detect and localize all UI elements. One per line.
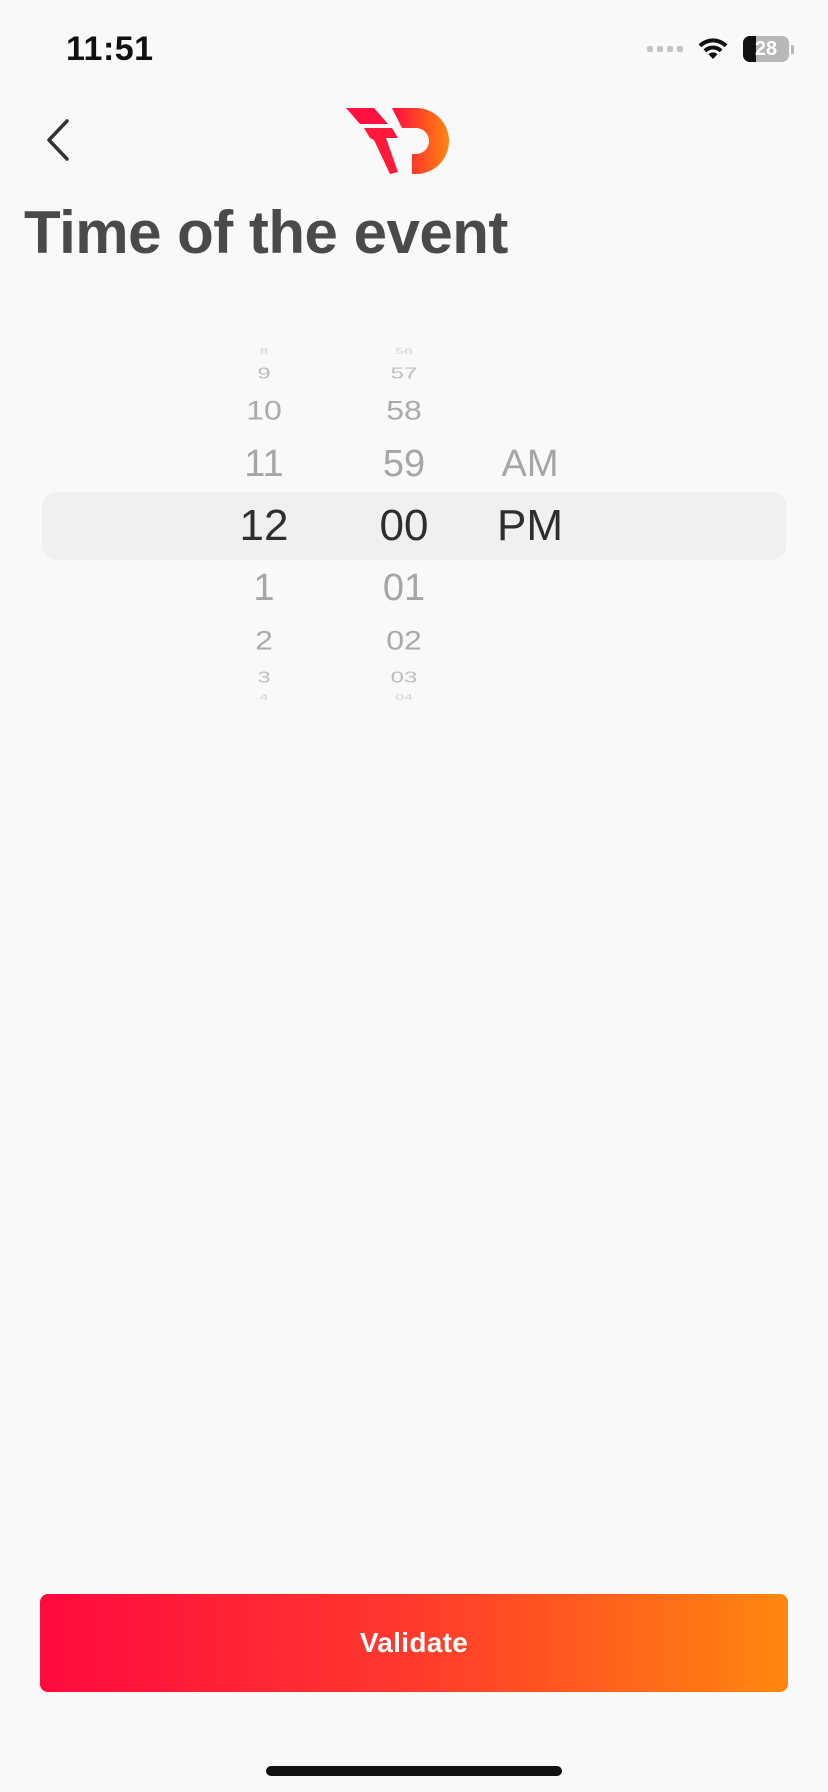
minute-option[interactable]: 57 — [334, 366, 474, 382]
time-picker: 8 9 10 11 12 1 2 3 4 56 57 58 59 00 01 0… — [0, 340, 828, 710]
battery-icon: 28 — [743, 36, 789, 62]
hour-option[interactable]: 8 — [194, 348, 334, 356]
page-title: Time of the event — [24, 199, 508, 266]
ampm-selected[interactable]: PM — [460, 498, 600, 554]
hour-selected[interactable]: 12 — [194, 498, 334, 554]
minute-wheel[interactable]: 56 57 58 59 00 01 02 03 04 — [334, 340, 474, 710]
status-indicators: 28 — [647, 34, 794, 64]
ampm-option[interactable]: AM — [460, 442, 600, 486]
chevron-left-icon — [47, 119, 69, 161]
hour-option[interactable]: 9 — [194, 366, 334, 382]
minute-option[interactable]: 59 — [334, 442, 474, 486]
status-bar: 11:51 28 — [0, 0, 828, 100]
minute-option[interactable]: 01 — [334, 566, 474, 610]
ampm-wheel[interactable]: AM PM — [460, 340, 600, 710]
hour-wheel[interactable]: 8 9 10 11 12 1 2 3 4 — [194, 340, 334, 710]
hour-option[interactable]: 10 — [194, 395, 334, 426]
hour-option[interactable]: 11 — [194, 442, 334, 486]
app-logo — [346, 108, 449, 174]
cellular-signal-icon — [647, 46, 683, 52]
battery-nub — [791, 44, 794, 54]
hour-option[interactable]: 3 — [194, 670, 334, 686]
status-time: 11:51 — [66, 30, 154, 68]
wifi-icon — [698, 38, 728, 59]
back-button[interactable] — [30, 112, 86, 168]
minute-option[interactable]: 56 — [334, 348, 474, 356]
battery-level: 28 — [754, 37, 778, 60]
hour-option[interactable]: 4 — [194, 694, 334, 702]
minute-option[interactable]: 03 — [334, 670, 474, 686]
home-indicator — [266, 1766, 562, 1776]
minute-selected[interactable]: 00 — [334, 498, 474, 554]
minute-option[interactable]: 02 — [334, 625, 474, 656]
hour-option[interactable]: 1 — [194, 566, 334, 610]
minute-option[interactable]: 58 — [334, 395, 474, 426]
hour-option[interactable]: 2 — [194, 625, 334, 656]
minute-option[interactable]: 04 — [334, 694, 474, 702]
validate-button[interactable]: Validate — [40, 1594, 788, 1692]
